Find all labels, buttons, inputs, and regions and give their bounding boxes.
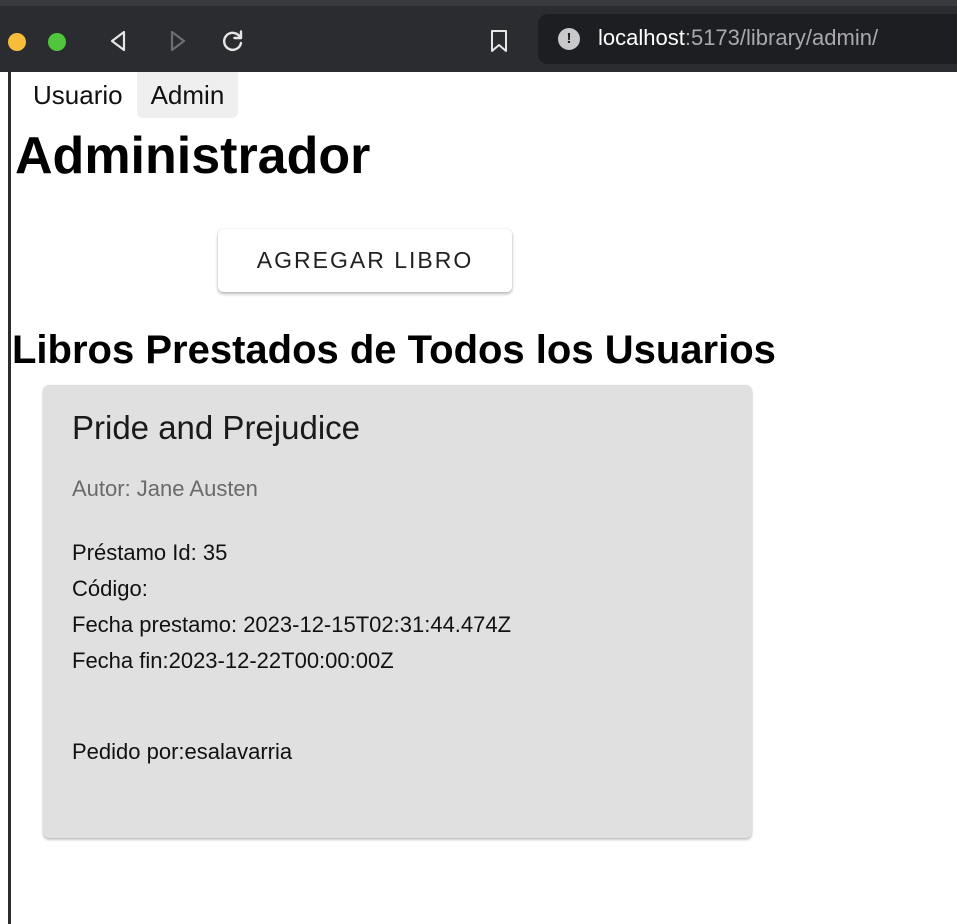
browser-toolbar: ! localhost:5173/library/admin/ (0, 0, 957, 72)
zoom-window-button[interactable] (48, 33, 66, 51)
viewport-edge (8, 72, 11, 924)
chevron-left-icon (110, 30, 126, 52)
chevron-right-icon (170, 30, 186, 52)
loan-code: Código: (72, 576, 148, 601)
tab-admin[interactable]: Admin (136, 72, 239, 118)
loan-date: Fecha prestamo: 2023-12-15T02:31:44.474Z (72, 612, 512, 637)
loan-end-date: Fecha fin:2023-12-22T00:00:00Z (72, 648, 394, 673)
url-host: localhost (598, 25, 685, 50)
url-text: localhost:5173/library/admin/ (598, 25, 878, 51)
reload-button[interactable] (220, 28, 246, 54)
book-title: Pride and Prejudice (72, 409, 361, 446)
add-book-button[interactable]: AGREGAR LIBRO (218, 229, 512, 292)
back-button[interactable] (106, 28, 132, 54)
page-title: Administrador (15, 127, 371, 185)
forward-button[interactable] (164, 28, 190, 54)
loan-id: Préstamo Id: 35 (72, 540, 228, 565)
bookmark-icon (491, 30, 507, 52)
nav-tabs: Usuario Admin (19, 72, 239, 118)
book-author: Autor: Jane Austen (72, 476, 258, 501)
info-icon[interactable]: ! (558, 28, 580, 50)
bookmark-button[interactable] (486, 28, 512, 54)
minimize-window-button[interactable] (8, 33, 26, 51)
reload-icon (223, 30, 243, 51)
requested-by: Pedido por:esalavarria (72, 739, 293, 764)
tab-usuario[interactable]: Usuario (19, 72, 137, 118)
loan-card: Pride and Prejudice Autor: Jane Austen P… (43, 385, 752, 838)
section-title: Libros Prestados de Todos los Usuarios (12, 328, 776, 372)
url-path: :5173/library/admin/ (684, 25, 879, 50)
address-bar[interactable]: ! localhost:5173/library/admin/ (538, 14, 957, 64)
